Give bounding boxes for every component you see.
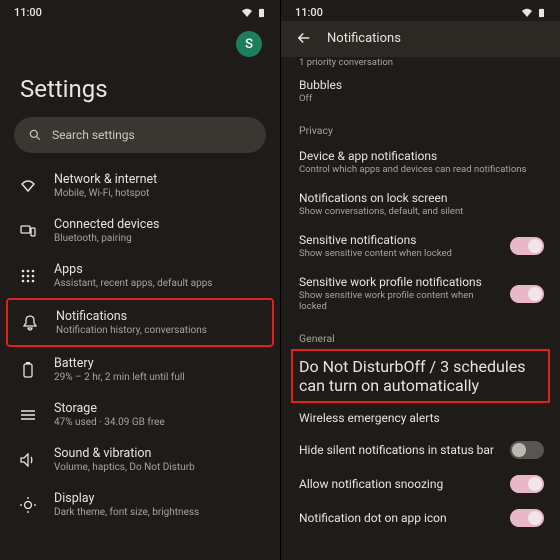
bell-icon <box>20 315 40 331</box>
row-label: Sensitive notifications <box>299 233 502 247</box>
toggle-dot[interactable] <box>510 509 544 527</box>
row-sub: Off <box>299 93 544 104</box>
row-sub: Control which apps and devices can read … <box>299 164 544 175</box>
sound-icon <box>18 453 38 467</box>
item-label: Apps <box>54 262 264 277</box>
row-snooze[interactable]: Allow notification snoozing <box>281 467 560 501</box>
item-sub: Bluetooth, pairing <box>54 233 264 244</box>
row-device-app[interactable]: Device & app notificationsControl which … <box>281 141 560 183</box>
toggle-sensitive[interactable] <box>510 237 544 255</box>
item-sub: Volume, haptics, Do Not Disturb <box>54 462 264 473</box>
row-label: Notifications on lock screen <box>299 191 544 205</box>
item-label: Notifications <box>56 309 262 324</box>
row-label: Bubbles <box>299 78 544 92</box>
item-sub: Dark theme, font size, brightness <box>54 507 264 518</box>
item-sub: Mobile, Wi-Fi, hotspot <box>54 188 264 199</box>
status-time: 11:00 <box>295 6 323 19</box>
devices-icon <box>18 224 38 238</box>
row-hide-silent[interactable]: Hide silent notifications in status bar <box>281 433 560 467</box>
item-storage[interactable]: Storage47% used · 34.09 GB free <box>6 392 274 437</box>
toggle-sensitive-work[interactable] <box>510 285 544 303</box>
item-network[interactable]: Network & internetMobile, Wi-Fi, hotspot <box>6 163 274 208</box>
header-bar: Notifications <box>281 21 560 57</box>
item-label: Connected devices <box>54 217 264 232</box>
item-sub: 47% used · 34.09 GB free <box>54 417 264 428</box>
wifi-icon <box>521 8 533 18</box>
row-lock-screen[interactable]: Notifications on lock screenShow convers… <box>281 183 560 225</box>
settings-list: Network & internetMobile, Wi-Fi, hotspot… <box>0 163 280 560</box>
row-sub: Show conversations, default, and silent <box>299 206 544 217</box>
account-row: S <box>0 21 280 57</box>
row-label: Notification dot on app icon <box>299 511 502 525</box>
row-sub: Show sensitive work profile content when… <box>299 290 502 312</box>
toggle-hide-silent[interactable] <box>510 441 544 459</box>
item-sub: Notification history, conversations <box>56 325 262 336</box>
apps-icon <box>18 269 38 283</box>
status-bar: 11:00 <box>281 0 560 21</box>
row-label: Wireless emergency alerts <box>299 411 544 425</box>
row-sub: Show sensitive content when locked <box>299 248 502 259</box>
header-title: Notifications <box>327 31 401 46</box>
item-label: Sound & vibration <box>54 446 264 461</box>
toggle-snooze[interactable] <box>510 475 544 493</box>
search-icon <box>28 128 42 142</box>
item-battery[interactable]: Battery29% – 2 hr, 2 min left until full <box>6 347 274 392</box>
row-sensitive-work[interactable]: Sensitive work profile notificationsShow… <box>281 267 560 320</box>
row-bubbles[interactable]: BubblesOff <box>281 70 560 112</box>
search-placeholder: Search settings <box>52 128 135 142</box>
row-dnd[interactable]: Do Not DisturbOff / 3 schedules can turn… <box>291 349 550 403</box>
battery-icon <box>18 362 38 378</box>
row-sensitive[interactable]: Sensitive notificationsShow sensitive co… <box>281 225 560 267</box>
row-dot[interactable]: Notification dot on app icon <box>281 501 560 535</box>
row-label: Hide silent notifications in status bar <box>299 443 502 457</box>
item-notifications[interactable]: NotificationsNotification history, conve… <box>6 298 274 347</box>
wifi-icon <box>241 8 253 18</box>
item-label: Battery <box>54 356 264 371</box>
item-sub: Assistant, recent apps, default apps <box>54 278 264 289</box>
item-connected[interactable]: Connected devicesBluetooth, pairing <box>6 208 274 253</box>
settings-screen: 11:00 S Settings Search settings Network… <box>0 0 280 560</box>
item-sound[interactable]: Sound & vibrationVolume, haptics, Do Not… <box>6 437 274 482</box>
row-label: Sensitive work profile notifications <box>299 275 502 289</box>
battery-icon <box>257 8 266 18</box>
priority-conversation-line: 1 priority conversation <box>281 57 560 70</box>
row-label: Allow notification snoozing <box>299 477 502 491</box>
section-privacy: Privacy <box>281 112 560 141</box>
battery-icon <box>537 8 546 18</box>
status-bar: 11:00 <box>0 0 280 21</box>
notifications-screen: 11:00 Notifications 1 priority conversat… <box>280 0 560 560</box>
back-icon[interactable] <box>295 29 313 47</box>
display-icon <box>18 497 38 513</box>
item-label: Display <box>54 491 264 506</box>
row-label: Do Not Disturb <box>299 357 403 376</box>
item-apps[interactable]: AppsAssistant, recent apps, default apps <box>6 253 274 298</box>
storage-icon <box>18 409 38 421</box>
status-icons <box>521 8 546 18</box>
item-label: Storage <box>54 401 264 416</box>
page-title: Settings <box>0 57 280 117</box>
section-general: General <box>281 320 560 349</box>
status-time: 11:00 <box>14 6 42 19</box>
item-label: Network & internet <box>54 172 264 187</box>
row-label: Device & app notifications <box>299 149 544 163</box>
wifi-icon <box>18 179 38 193</box>
item-display[interactable]: DisplayDark theme, font size, brightness <box>6 482 274 527</box>
search-input[interactable]: Search settings <box>14 117 266 153</box>
status-icons <box>241 8 266 18</box>
item-sub: 29% – 2 hr, 2 min left until full <box>54 372 264 383</box>
row-wea[interactable]: Wireless emergency alerts <box>281 403 560 433</box>
avatar[interactable]: S <box>236 31 262 57</box>
